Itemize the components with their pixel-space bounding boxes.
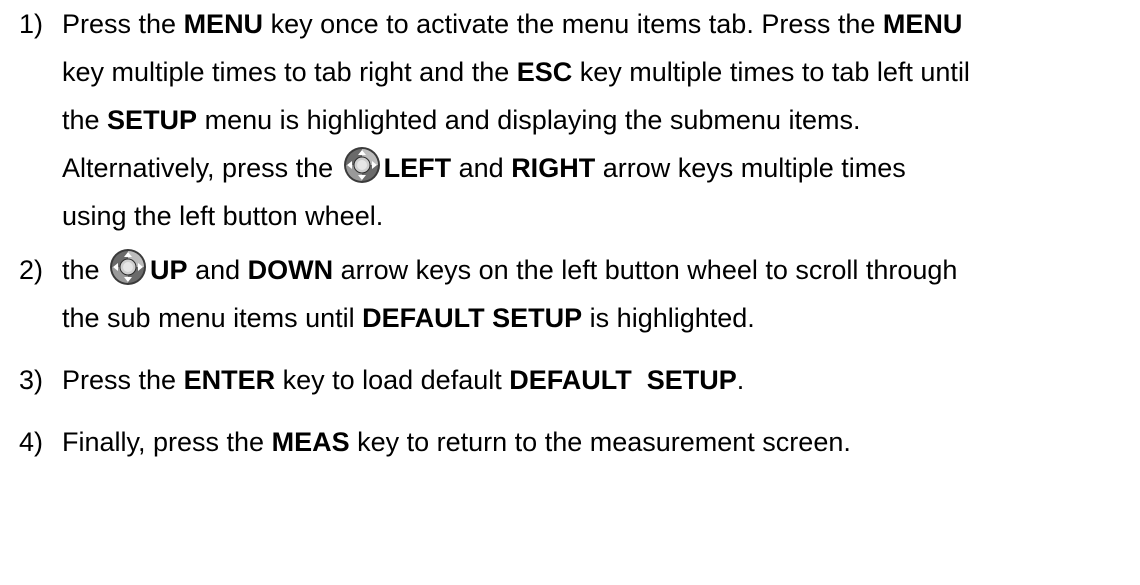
step-text: the: [62, 105, 108, 135]
step-text: Press the: [62, 365, 184, 395]
step-text: key to return to the measurement screen.: [349, 427, 851, 457]
step-text: menu is highlighted and displaying the s…: [197, 105, 861, 135]
step-text: arrow keys multiple times: [595, 153, 906, 183]
step-text: arrow keys on the left button wheel to s…: [333, 255, 958, 285]
step-4: 4) Finally, press the MEAS key to return…: [0, 418, 1140, 466]
step-text: using the left button wheel.: [62, 201, 384, 231]
step-text: is highlighted.: [582, 303, 755, 333]
step-line: Alternatively, press the LEFT and RIGHT …: [62, 144, 1140, 192]
step-line: Press the MENU key once to activate the …: [62, 0, 1140, 48]
step-text: key multiple times to tab left until: [572, 57, 970, 87]
menu-item-name: DEFAULT SETUP: [362, 303, 583, 333]
step-text: .: [736, 365, 745, 395]
step-line: using the left button wheel.: [62, 192, 1140, 240]
step-text: and: [451, 153, 512, 183]
instruction-steps: 1) Press the MENU key once to activate t…: [0, 0, 1140, 466]
menu-item-name: DEFAULT SETUP: [509, 365, 737, 395]
key-name: LEFT: [383, 153, 452, 183]
key-name: RIGHT: [511, 153, 596, 183]
key-name: DOWN: [247, 255, 334, 285]
key-name: ENTER: [183, 365, 276, 395]
key-name: MEAS: [271, 427, 350, 457]
button-wheel-icon: [343, 146, 381, 184]
step-text: Finally, press the: [62, 427, 272, 457]
step-number: 1): [19, 9, 44, 39]
step-1: 1) Press the MENU key once to activate t…: [0, 0, 1140, 240]
step-3: 3) Press the ENTER key to load default D…: [0, 356, 1140, 404]
step-number: 4): [19, 427, 44, 457]
step-line: Finally, press the MEAS key to return to…: [62, 418, 1140, 466]
step-text: key to load default: [275, 365, 510, 395]
step-text: the: [62, 255, 108, 285]
step-number: 2): [19, 255, 44, 285]
step-text: the sub menu items until: [62, 303, 363, 333]
menu-name: SETUP: [107, 105, 198, 135]
step-text: key multiple times to tab right and the: [62, 57, 517, 87]
step-text: key once to activate the menu items tab.…: [263, 9, 883, 39]
key-name: MENU: [882, 9, 963, 39]
step-number: 3): [19, 365, 44, 395]
key-name: MENU: [183, 9, 264, 39]
step-line: the SETUP menu is highlighted and displa…: [62, 96, 1140, 144]
step-line: the sub menu items until DEFAULT SETUP i…: [62, 294, 1140, 342]
step-text: and: [187, 255, 248, 285]
button-wheel-icon: [109, 248, 147, 286]
step-line: Press the ENTER key to load default DEFA…: [62, 356, 1140, 404]
step-text: Press the: [62, 9, 184, 39]
step-2: 2) the UP and DOWN arrow keys on the lef…: [0, 246, 1140, 342]
step-text: Alternatively, press the: [62, 153, 341, 183]
step-line: the UP and DOWN arrow keys on the left b…: [62, 246, 1140, 294]
step-line: key multiple times to tab right and the …: [62, 48, 1140, 96]
key-name: UP: [150, 255, 188, 285]
key-name: ESC: [516, 57, 573, 87]
